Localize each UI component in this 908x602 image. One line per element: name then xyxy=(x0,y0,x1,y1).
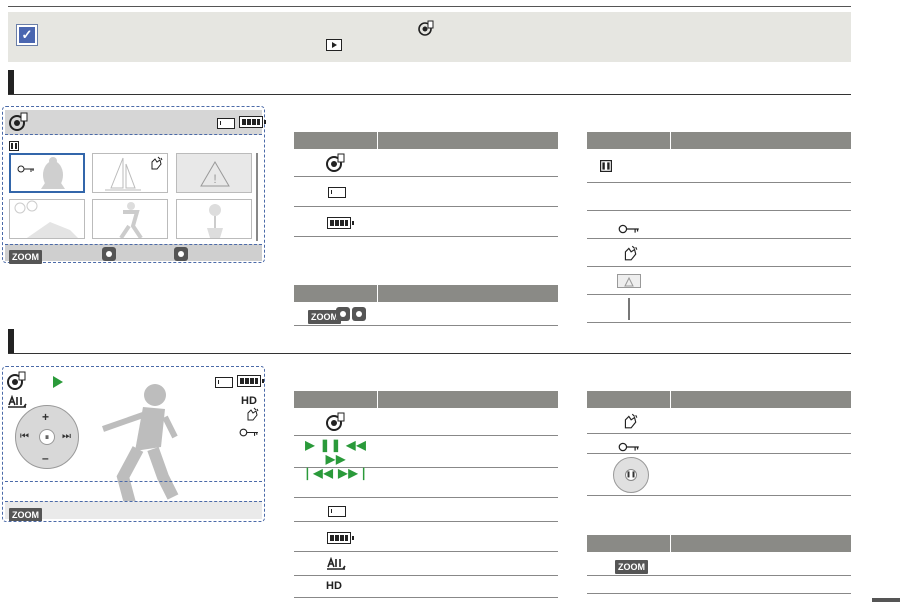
play-button-icon xyxy=(326,38,342,56)
memory-card-icon xyxy=(328,185,346,203)
section-rule xyxy=(8,94,851,95)
protect-key-icon xyxy=(17,160,35,178)
thumbnail-picnic[interactable] xyxy=(9,199,85,239)
table-header xyxy=(587,132,851,149)
table-row xyxy=(294,177,558,207)
table-row xyxy=(587,183,851,211)
table-row: HD xyxy=(294,576,558,598)
thumbnail-protected[interactable] xyxy=(9,153,85,193)
play-status-icon xyxy=(53,375,63,393)
multi-selector-button xyxy=(336,307,350,326)
screen-status-bar xyxy=(5,110,266,137)
page-tab xyxy=(872,598,900,602)
skip-forward-icon[interactable]: ⏭ xyxy=(62,431,71,442)
hand-touch-icon xyxy=(149,156,163,175)
svg-text:!: ! xyxy=(213,172,216,186)
table-header xyxy=(294,132,558,149)
table-row xyxy=(587,576,851,594)
ok-button xyxy=(352,307,366,326)
thumb-icons-table-right xyxy=(587,132,851,323)
battery-icon xyxy=(327,531,354,549)
table-row: ZOOM xyxy=(587,552,851,576)
ok-button[interactable] xyxy=(174,247,188,266)
joystick-icon: ❚❚ xyxy=(613,457,649,493)
battery-icon xyxy=(237,374,264,392)
thumb-buttons-table: ZOOM xyxy=(294,285,558,326)
minus-icon[interactable]: – xyxy=(42,451,49,465)
thumbnail-flower[interactable] xyxy=(176,199,252,239)
table-row: ▶ ❚❚ ◀◀ ▶▶ ❘◀◀ ▶▶❘ xyxy=(294,436,558,480)
thumbnail-sailboat[interactable] xyxy=(92,153,168,193)
thumbnail-error[interactable]: ! xyxy=(176,153,252,193)
screen-button-bar: ZOOM xyxy=(5,501,262,521)
table-header xyxy=(294,391,558,408)
table-row xyxy=(587,408,851,434)
hand-touch-icon xyxy=(622,245,638,266)
table-row xyxy=(587,295,851,323)
video-info-icon xyxy=(600,159,612,177)
single-icons-table-left: ▶ ❚❚ ◀◀ ▶▶ ❘◀◀ ▶▶❘ HD xyxy=(294,391,558,598)
pause-icon[interactable]: ⏸ xyxy=(39,429,55,445)
zoom-label-badge: ZOOM xyxy=(9,505,42,521)
scroll-bar[interactable] xyxy=(256,153,258,241)
multi-selector-button[interactable] xyxy=(102,247,116,266)
single-buttons-table: ZOOM xyxy=(587,535,851,594)
table-row: ❚❚ xyxy=(587,454,851,496)
playback-mode-icon xyxy=(418,20,434,41)
play-controls-icon: ▶ ❚❚ ◀◀ ▶▶ ❘◀◀ ▶▶❘ xyxy=(302,438,370,480)
playback-mode-icon xyxy=(9,112,29,137)
protect-key-icon xyxy=(239,424,259,442)
protect-key-icon xyxy=(618,221,640,239)
check-mark-icon: ✓ xyxy=(16,24,38,46)
hd-quality-label: HD xyxy=(241,395,257,407)
screen-button-bar: ZOOM xyxy=(5,244,262,264)
battery-icon xyxy=(239,115,266,133)
all-icon xyxy=(7,394,27,414)
thumb-icons-table-left xyxy=(294,132,558,237)
section-rule xyxy=(8,353,851,354)
screen-divider xyxy=(5,481,262,482)
table-row xyxy=(294,552,558,576)
single-icons-table-right: ❚❚ xyxy=(587,391,851,496)
single-view-screen: HD + ⏮ ⏸ ⏭ – ZOOM xyxy=(2,366,265,522)
jumping-boy-image xyxy=(102,384,179,509)
table-row xyxy=(294,522,558,552)
section-marker xyxy=(8,329,14,353)
memory-card-icon xyxy=(328,504,346,522)
plus-icon[interactable]: + xyxy=(42,410,49,424)
memory-card-icon xyxy=(215,375,233,393)
zoom-label-badge: ZOOM xyxy=(615,557,648,575)
table-row xyxy=(294,207,558,237)
table-header xyxy=(587,391,851,408)
skip-back-icon[interactable]: ⏮ xyxy=(20,431,29,442)
table-row xyxy=(294,149,558,177)
top-rule xyxy=(8,6,851,7)
table-header xyxy=(587,535,851,552)
hand-touch-icon xyxy=(622,413,638,434)
battery-icon xyxy=(327,216,354,234)
joystick-control[interactable]: + ⏮ ⏸ ⏭ – xyxy=(15,405,79,469)
playback-mode-icon xyxy=(326,153,346,178)
table-row xyxy=(587,149,851,183)
thumbnail-screen: ! ZOOM xyxy=(2,106,266,264)
table-row xyxy=(587,267,851,295)
section-marker xyxy=(8,70,14,94)
thumbnail-soccer[interactable] xyxy=(92,199,168,239)
zoom-label-badge: ZOOM xyxy=(9,247,42,265)
table-row xyxy=(587,211,851,239)
playback-mode-icon xyxy=(7,371,27,396)
playback-mode-icon xyxy=(326,412,346,437)
table-row xyxy=(294,408,558,436)
table-row xyxy=(294,498,558,522)
warning-icon xyxy=(617,274,641,288)
table-header xyxy=(294,285,558,302)
note-box: ✓ xyxy=(8,12,851,62)
hd-icon: HD xyxy=(326,580,342,592)
memory-card-icon xyxy=(217,116,235,134)
all-icon xyxy=(326,556,346,576)
table-row xyxy=(587,239,851,267)
table-row: ZOOM xyxy=(294,302,558,326)
scroll-bar-icon xyxy=(628,298,630,320)
table-row xyxy=(587,434,851,454)
